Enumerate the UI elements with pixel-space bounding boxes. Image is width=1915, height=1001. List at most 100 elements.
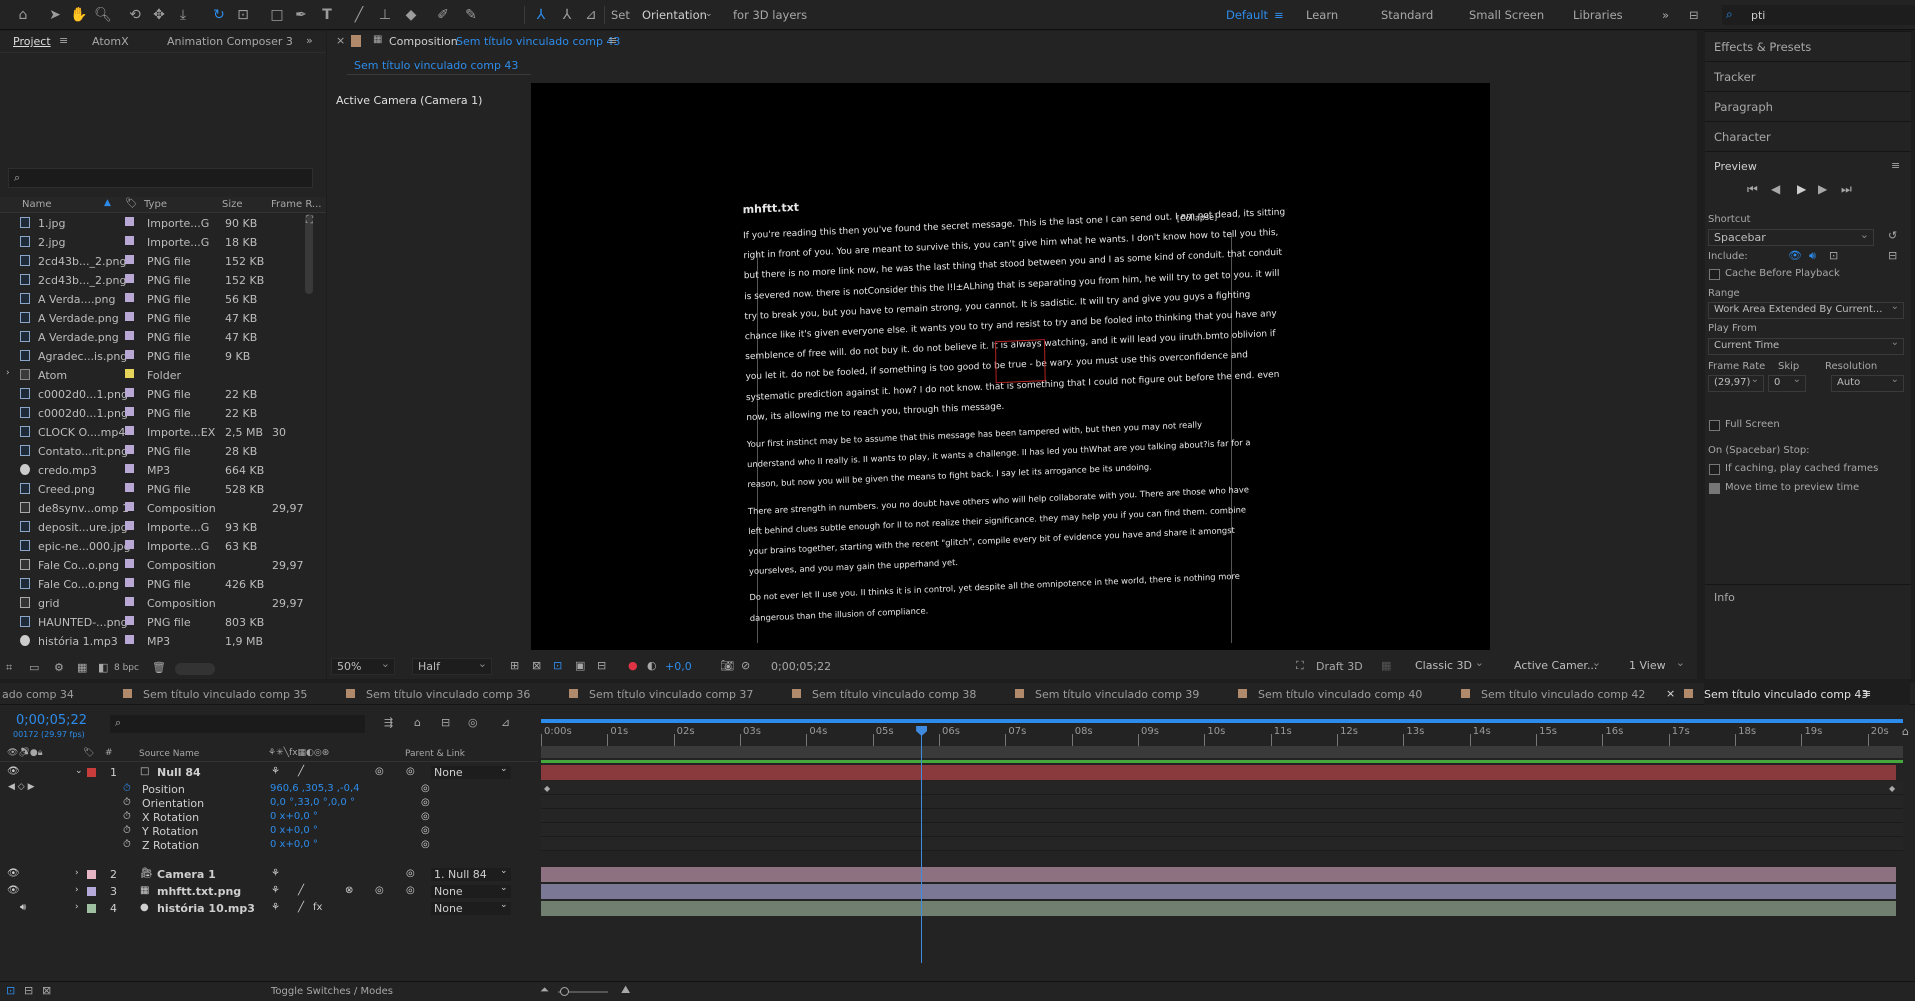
label-color-swatch[interactable] xyxy=(125,255,134,264)
pen-tool-icon[interactable]: ✒ xyxy=(290,4,312,26)
list-item[interactable]: A Verdade.png PNG file 47 KB xyxy=(0,309,262,328)
clone-stamp-icon[interactable]: ⊥ xyxy=(374,4,396,26)
interpret-footage-icon[interactable]: ⌗ xyxy=(6,661,12,675)
label-color-swatch[interactable] xyxy=(125,426,134,435)
list-item[interactable]: 2cd43b..._2.png PNG file 152 KB xyxy=(0,271,264,290)
brush-tool-icon[interactable]: ╱ xyxy=(348,4,370,26)
label-color-swatch[interactable] xyxy=(125,464,134,473)
channel-icon[interactable]: ● xyxy=(628,659,638,672)
project-scrollbar[interactable] xyxy=(305,214,313,294)
rotation-tool-icon[interactable]: ↻ xyxy=(208,4,230,26)
search-input[interactable]: pti xyxy=(1751,9,1765,22)
transfer-controls-icon[interactable]: ⊟ xyxy=(24,984,33,997)
list-item[interactable]: 2.jpg Importe...G 18 KB xyxy=(0,233,262,252)
fast-previews-icon[interactable]: ⊞ xyxy=(510,659,519,672)
local-axis-icon[interactable]: ⅄ xyxy=(530,4,552,26)
dolly-camera-icon[interactable]: ⤓ xyxy=(172,4,194,26)
rectangle-tool-icon[interactable]: □ xyxy=(266,4,288,26)
label-color-swatch[interactable] xyxy=(125,369,134,378)
column-type[interactable]: Type xyxy=(144,199,167,210)
extended-viewer-icon[interactable]: ▦ xyxy=(1381,659,1391,672)
comp-marker-icon[interactable]: ⌂ xyxy=(1902,725,1915,745)
range-dropdown[interactable]: Work Area Extended By Current... xyxy=(1708,301,1904,319)
lock-icon[interactable] xyxy=(351,35,361,47)
workspace-small-screen[interactable]: Small Screen xyxy=(1469,8,1544,22)
list-item[interactable]: de8synv...omp 1 Composition 29,97 xyxy=(0,499,304,518)
shortcut-dropdown[interactable]: Spacebar xyxy=(1708,228,1874,246)
flowchart-icon[interactable]: ⛶ xyxy=(306,215,313,226)
tab-timeline-comp[interactable]: Sem título vinculado comp 37 xyxy=(569,683,753,705)
label-color-swatch[interactable] xyxy=(125,350,134,359)
skip-dropdown[interactable]: 0 xyxy=(1768,374,1806,392)
help-search-field[interactable]: ⌕ pti xyxy=(1722,5,1915,25)
include-audio-icon[interactable]: 🔊︎ xyxy=(1809,249,1816,263)
close-icon[interactable]: × xyxy=(336,34,345,47)
layer-duration-bar[interactable] xyxy=(541,901,1896,916)
tab-timeline-comp[interactable]: Sem título vinculado comp 39 xyxy=(1015,683,1199,705)
zoom-in-icon[interactable]: ⛰ xyxy=(621,983,630,997)
list-item[interactable]: A Verdade.png PNG file 47 KB xyxy=(0,328,262,347)
list-item[interactable]: CLOCK O....mp4 Importe...EX 2,5 MB 30 xyxy=(0,423,286,442)
label-color-swatch[interactable] xyxy=(125,217,134,226)
orbit-camera-icon[interactable]: ⟲ xyxy=(124,4,146,26)
resolution-dropdown[interactable]: Half xyxy=(412,657,492,675)
tab-timeline-comp[interactable]: Sem título vinculado comp 38 xyxy=(792,683,976,705)
list-item[interactable]: história 1.mp3 MP3 1,9 MB xyxy=(0,632,263,651)
list-item[interactable]: 1.jpg Importe...G 90 KB xyxy=(0,214,262,233)
label-color-swatch[interactable] xyxy=(125,635,134,644)
comp-subtab[interactable]: Sem título vinculado comp 43 xyxy=(347,57,531,75)
include-layers-icon[interactable]: ⊟ xyxy=(1888,249,1897,262)
close-icon[interactable]: × xyxy=(1666,687,1675,700)
panel-menu-icon[interactable]: ≡ xyxy=(608,34,617,47)
workspace-learn[interactable]: Learn xyxy=(1306,8,1338,22)
render-time-icon[interactable]: ⊠ xyxy=(42,984,51,997)
graph-editor-icon[interactable]: ⊿ xyxy=(501,716,510,729)
list-item[interactable]: Creed.png PNG file 528 KB xyxy=(0,480,264,499)
view-axis-icon[interactable]: ⊿ xyxy=(580,4,602,26)
label-color-swatch[interactable] xyxy=(125,559,134,568)
list-item[interactable]: c0002d0...1.png PNG file 22 KB xyxy=(0,385,262,404)
shy-layers-icon[interactable]: ⊟ xyxy=(441,716,450,729)
label-color-swatch[interactable] xyxy=(125,445,134,454)
viewer-timecode[interactable]: 0;00;05;22 xyxy=(771,660,831,673)
keyframe-icon[interactable]: ◆ xyxy=(1889,784,1895,793)
previous-frame-icon[interactable]: ◀︎ xyxy=(1771,182,1780,196)
more-tabs-icon[interactable]: » xyxy=(306,34,313,47)
timeline-search-input[interactable]: ⌕ xyxy=(110,715,365,733)
label-color-swatch[interactable] xyxy=(125,521,134,530)
world-axis-icon[interactable]: ⅄ xyxy=(556,4,578,26)
snapshot-icon[interactable]: 📷︎ xyxy=(720,659,734,672)
list-item[interactable]: Agradec...is.png PNG file 9 KB xyxy=(0,347,262,366)
trash-icon[interactable]: 🗑︎ xyxy=(152,661,166,674)
roto-brush-icon[interactable]: ✐ xyxy=(432,4,454,26)
label-color-swatch[interactable] xyxy=(125,388,134,397)
workspace-libraries[interactable]: Libraries xyxy=(1573,8,1623,22)
list-item[interactable]: › Atom Folder xyxy=(0,366,262,385)
views-dropdown[interactable]: 1 View xyxy=(1624,656,1689,675)
type-tool-icon[interactable]: T xyxy=(316,4,338,26)
layer-duration-bar[interactable] xyxy=(541,867,1896,882)
reset-exposure-icon[interactable]: ◐ xyxy=(647,659,657,672)
renderer-dropdown[interactable]: Classic 3D xyxy=(1410,656,1488,675)
puppet-pin-icon[interactable]: ✎ xyxy=(460,4,482,26)
eraser-tool-icon[interactable]: ◆ xyxy=(400,4,422,26)
column-size[interactable]: Size xyxy=(222,199,243,210)
workspace-standard[interactable]: Standard xyxy=(1381,8,1433,22)
if-caching-checkbox[interactable] xyxy=(1709,464,1720,475)
draft-3d-toggle-icon[interactable]: ⌂ xyxy=(414,716,421,729)
toggle-switches-modes[interactable]: Toggle Switches / Modes xyxy=(271,986,393,997)
comp-mini-flowchart-icon[interactable]: ⇶ xyxy=(384,716,393,729)
new-folder-icon[interactable]: ▭ xyxy=(29,661,39,674)
tab-timeline-comp[interactable]: × Sem título vinculado comp 43 ≡ xyxy=(1666,683,1910,705)
tracker-panel[interactable]: Tracker xyxy=(1705,61,1911,91)
timeline-timecode[interactable]: 0;00;05;22 xyxy=(16,713,87,728)
adobe-sync-icon[interactable]: ⊟ xyxy=(1689,8,1699,22)
mask-visibility-icon[interactable]: ⊡ xyxy=(553,659,562,672)
list-item[interactable]: Fale Co...o.png Composition 29,97 xyxy=(0,556,304,575)
panel-menu-icon[interactable]: ≡ xyxy=(59,34,68,47)
cache-before-playback-checkbox[interactable] xyxy=(1709,269,1720,280)
new-composition-icon[interactable]: ▦ xyxy=(77,661,87,674)
list-item[interactable]: 2cd43b..._2.png PNG file 152 KB xyxy=(0,252,264,271)
list-item[interactable]: deposit...ure.jpg Importe...G 93 KB xyxy=(0,518,262,537)
project-search-input[interactable]: ⌕ xyxy=(8,168,313,188)
